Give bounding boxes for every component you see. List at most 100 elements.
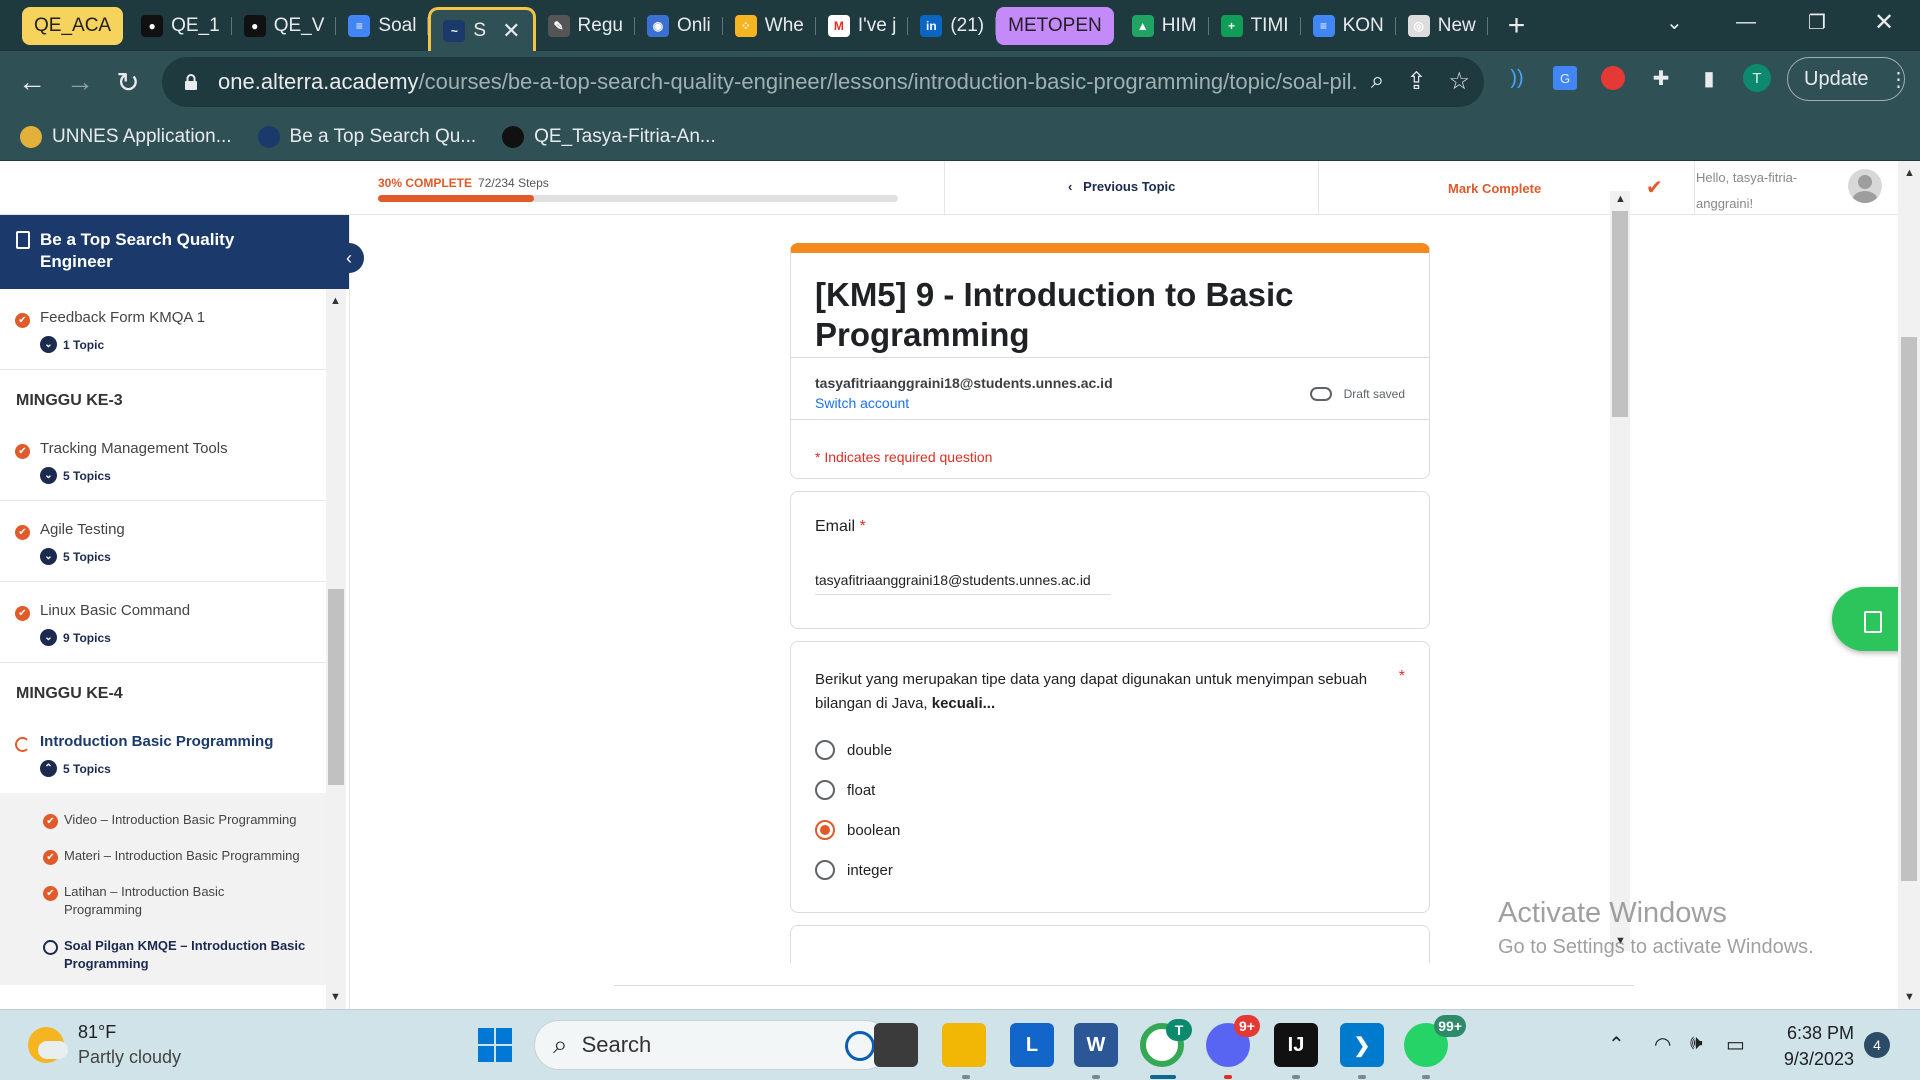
progress-bar	[378, 195, 898, 202]
bing-icon[interactable]	[845, 1031, 875, 1061]
bookmark-item[interactable]: UNNES Application...	[20, 125, 232, 148]
browser-tab[interactable]: ~ S ✕	[428, 6, 536, 53]
form-header-card: [KM5] 9 - Introduction to Basic Programm…	[790, 243, 1430, 479]
topic-count-toggle[interactable]: ⌃ 5 Topics	[40, 760, 326, 777]
radio-button[interactable]	[815, 780, 835, 800]
tab-label: New	[1437, 14, 1476, 36]
topic-count-toggle[interactable]: ⌄ 9 Topics	[40, 629, 326, 646]
vscode-icon[interactable]: ❯	[1340, 1023, 1384, 1067]
back-button[interactable]: ←	[10, 60, 54, 104]
wifi-icon[interactable]: ◠	[1654, 1032, 1671, 1057]
word-icon[interactable]: W	[1074, 1023, 1118, 1067]
minimize-button[interactable]: —	[1736, 0, 1756, 44]
progress-label: 30% COMPLETE 72/234 Steps	[378, 176, 549, 190]
completed-check-icon: ✔	[43, 850, 58, 865]
sidebar-lesson[interactable]: ✔ Linux Basic Command ⌄ 9 Topics	[0, 582, 326, 663]
email-value: tasyafitriaanggraini18@students.unnes.ac…	[815, 572, 1111, 595]
discord-icon[interactable]: 9+	[1206, 1015, 1260, 1067]
intellij-icon[interactable]: IJ	[1274, 1023, 1318, 1067]
kebab-menu-icon[interactable]: ⋮	[1889, 67, 1909, 92]
file-explorer-icon[interactable]	[942, 1023, 986, 1067]
start-button[interactable]	[478, 1028, 512, 1062]
browser-tab[interactable]: M I've j	[816, 7, 909, 45]
switch-account-link[interactable]: Switch account	[815, 395, 909, 411]
battery-icon[interactable]: ▭	[1726, 1032, 1745, 1057]
browser-tab[interactable]: ≡ Soal	[336, 7, 429, 45]
browser-tab[interactable]: ▲ HIM	[1120, 7, 1209, 45]
radio-button[interactable]	[815, 820, 835, 840]
browser-tab[interactable]: ● QE_1	[129, 7, 232, 45]
sidebar-lesson[interactable]: ✔ Tracking Management Tools ⌄ 5 Topics	[0, 420, 326, 501]
answer-option[interactable]: boolean	[815, 820, 900, 840]
browser-tab[interactable]: ◉ Onli	[635, 7, 723, 45]
restore-button[interactable]: ❐	[1808, 0, 1826, 44]
answer-option[interactable]: integer	[815, 860, 893, 880]
zoom-icon[interactable]: ⌕	[1371, 67, 1384, 96]
topic-count-toggle[interactable]: ⌄ 5 Topics	[40, 548, 326, 565]
topic-item[interactable]: ✔ Materi – Introduction Basic Programming	[0, 841, 326, 877]
lesson-title: Linux Basic Command	[40, 602, 191, 619]
previous-topic-button[interactable]: ‹ Previous Topic	[1068, 179, 1175, 194]
topic-item[interactable]: ✔ Latihan – Introduction Basic Programmin…	[0, 877, 326, 931]
address-bar[interactable]: one.alterra.academy/courses/be-a-top-sea…	[162, 57, 1484, 107]
tab-search-icon[interactable]: ⌄	[1666, 0, 1683, 44]
topic-item[interactable]: ✔ Video – Introduction Basic Programming	[0, 805, 326, 841]
google-translate-icon[interactable]: G	[1548, 61, 1582, 95]
wifi-extension-icon[interactable]: ))	[1500, 61, 1534, 95]
lark-app-icon[interactable]: L	[1010, 1023, 1054, 1067]
sidebar-lesson[interactable]: ✔ Feedback Form KMQA 1 ⌄ 1 Topic	[0, 289, 326, 370]
new-tab-button[interactable]: +	[1508, 9, 1526, 43]
sidebar-scrollbar[interactable]: ▲ ▼	[326, 289, 346, 1009]
bookmark-item[interactable]: Be a Top Search Qu...	[257, 125, 476, 148]
answer-option[interactable]: float	[815, 780, 875, 800]
browser-tab[interactable]: ≡ KON	[1301, 7, 1396, 45]
side-panel-icon[interactable]: ▮	[1692, 61, 1726, 95]
chrome-icon[interactable]: T	[1140, 1019, 1192, 1067]
close-window-button[interactable]: ✕	[1874, 0, 1894, 44]
volume-icon[interactable]: 🕪	[1690, 1032, 1703, 1055]
reload-button[interactable]: ↻	[106, 60, 150, 104]
topic-item[interactable]: Soal Pilgan KMQE – Introduction Basic Pr…	[0, 931, 326, 985]
collapse-sidebar-button[interactable]: ‹	[334, 243, 364, 273]
user-avatar[interactable]	[1848, 169, 1882, 203]
browser-tab[interactable]: ⁘ Whe	[723, 7, 816, 45]
profile-avatar[interactable]: T	[1740, 61, 1774, 95]
tab-label: Onli	[676, 14, 711, 36]
answer-option[interactable]: double	[815, 740, 892, 760]
browser-tab[interactable]: ◎ New	[1396, 7, 1488, 45]
whatsapp-icon[interactable]: 99+	[1404, 1015, 1466, 1067]
tray-overflow-icon[interactable]: ⌃	[1608, 1032, 1625, 1057]
topic-count-toggle[interactable]: ⌄ 5 Topics	[40, 467, 326, 484]
browser-tab[interactable]: + TIMI	[1209, 7, 1301, 45]
radio-button[interactable]	[815, 740, 835, 760]
question-text: Berikut yang merupakan tipe data yang da…	[815, 671, 1368, 712]
extensions-puzzle-icon[interactable]: ✚	[1644, 61, 1678, 95]
notification-badge[interactable]: 4	[1864, 1032, 1890, 1058]
browser-tab[interactable]: ● QE_V	[232, 7, 337, 45]
docs-icon: ≡	[1312, 14, 1335, 37]
form-scrollbar[interactable]: ▲ ▼	[1610, 191, 1630, 951]
form-title: [KM5] 9 - Introduction to Basic Programm…	[815, 276, 1294, 353]
sidebar-lesson[interactable]: ✔ Agile Testing ⌄ 5 Topics	[0, 501, 326, 582]
adblock-icon[interactable]	[1596, 61, 1630, 95]
share-icon[interactable]: ⇪	[1406, 67, 1426, 96]
next-question-card	[790, 925, 1430, 963]
bookmark-star-icon[interactable]: ☆	[1448, 67, 1470, 96]
update-button[interactable]: Update ⋮	[1787, 57, 1909, 101]
tab-group-metopen[interactable]: METOPEN	[996, 6, 1114, 45]
sidebar-lesson[interactable]: Introduction Basic Programming ⌃ 5 Topics	[0, 713, 326, 793]
browser-tab[interactable]: ✎ Regu	[536, 7, 635, 45]
tab-group-qe-aca[interactable]: QE_ACA	[22, 6, 124, 45]
task-view-icon[interactable]	[874, 1023, 918, 1067]
close-tab-icon[interactable]: ✕	[502, 18, 520, 44]
page-scrollbar[interactable]: ▲ ▼	[1898, 161, 1920, 1009]
bookmark-item[interactable]: QE_Tasya-Fitria-An...	[502, 125, 716, 148]
taskbar-search[interactable]: ⌕ Search	[534, 1020, 890, 1070]
forward-button[interactable]: →	[58, 60, 102, 104]
weather-widget[interactable]: 81°F Partly cloudy	[28, 1022, 181, 1068]
mark-complete-button[interactable]: Mark Complete	[1448, 181, 1541, 196]
system-clock[interactable]: 6:38 PM 9/3/2023	[1774, 1020, 1854, 1072]
browser-tab[interactable]: in (21)	[908, 7, 996, 45]
radio-button[interactable]	[815, 860, 835, 880]
topic-count-toggle[interactable]: ⌄ 1 Topic	[40, 336, 326, 353]
